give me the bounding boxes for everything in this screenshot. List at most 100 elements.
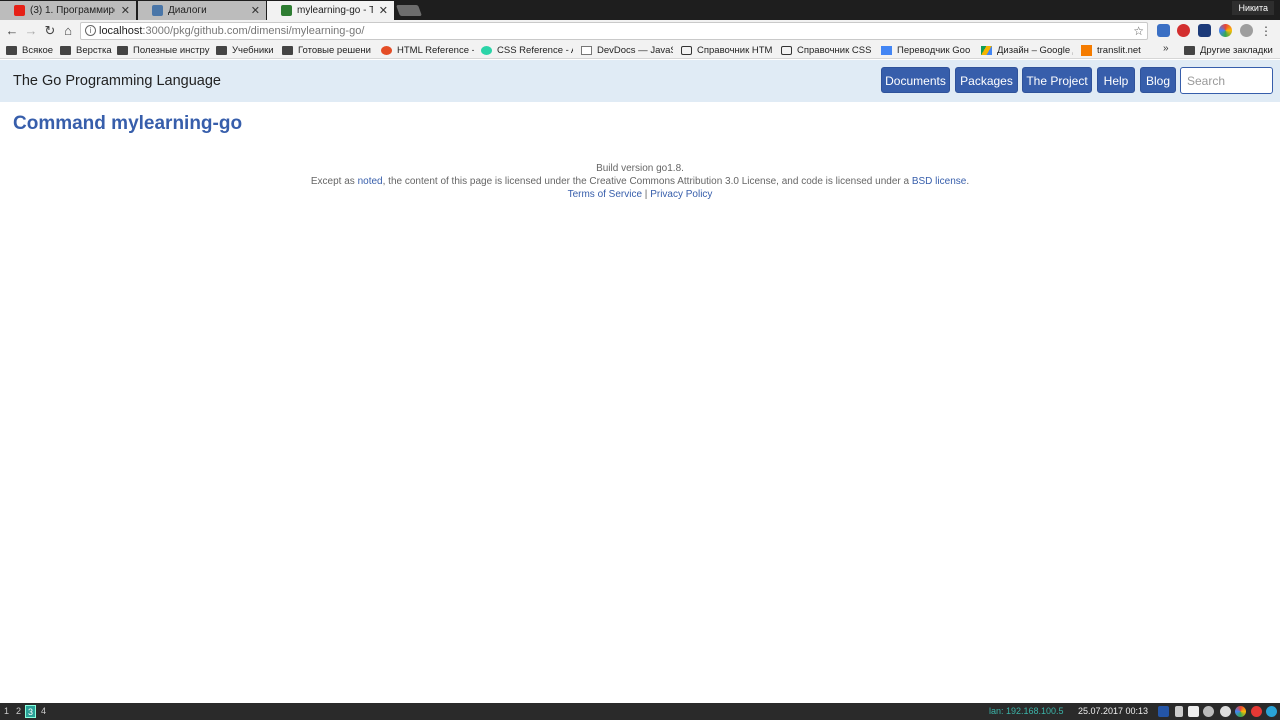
translit-icon	[1081, 45, 1092, 56]
search-input[interactable]	[1180, 67, 1273, 94]
youtube-icon	[14, 5, 25, 16]
bookmark-label: Другие закладки	[1200, 45, 1273, 56]
reload-icon[interactable]: ↻	[41, 22, 59, 40]
info-icon[interactable]: i	[85, 25, 96, 36]
workspace-4[interactable]: 4	[38, 705, 49, 718]
bookmark-label: Справочник HTM	[697, 45, 773, 56]
bookmark-item[interactable]: Учебники	[216, 43, 276, 58]
keyboard-layout-icon[interactable]	[1158, 706, 1169, 717]
url-path: :3000/pkg/github.com/dimensi/mylearning-…	[142, 25, 365, 37]
bookmark-item[interactable]: Справочник CSS |	[781, 43, 873, 58]
bookmark-label: Всякое	[22, 45, 54, 56]
terms-link[interactable]: Terms of Service	[568, 189, 642, 200]
system-taskbar: 1 2 3 4 lan: 192.168.100.5 25.07.2017 00…	[0, 703, 1280, 720]
license-text: Except as noted, the content of this pag…	[0, 175, 1280, 188]
bookmark-item[interactable]: HTML Reference - A	[381, 43, 474, 58]
footer-links: Terms of Service | Privacy Policy	[0, 188, 1280, 201]
forward-arrow-icon[interactable]: →	[22, 22, 40, 40]
bookmark-label: HTML Reference - A	[397, 45, 474, 56]
nav-documents-button[interactable]: Documents	[881, 67, 950, 93]
profile-button[interactable]: Никита	[1232, 1, 1274, 15]
folder-icon	[6, 46, 17, 55]
folder-icon	[1184, 46, 1195, 55]
bookmark-item-other[interactable]: Другие закладки	[1184, 43, 1276, 58]
bookmark-label: translit.net	[1097, 45, 1141, 56]
bookmark-item[interactable]: Полезные инстру	[117, 43, 210, 58]
bsd-license-link[interactable]: BSD license	[912, 176, 966, 187]
menu-icon[interactable]: ⋮	[1260, 23, 1272, 39]
chrome-icon[interactable]	[1235, 706, 1246, 717]
bookmark-item[interactable]: DevDocs — JavaSc	[581, 43, 673, 58]
workspace-3[interactable]: 3	[25, 705, 36, 718]
nav-blog-button[interactable]: Blog	[1140, 67, 1176, 93]
close-icon[interactable]: ✕	[251, 4, 260, 17]
folder-icon	[60, 46, 71, 55]
media-icon[interactable]	[1251, 706, 1262, 717]
chevron-right-icon[interactable]: »	[1163, 43, 1169, 54]
comment-icon	[681, 46, 692, 55]
bookmark-item[interactable]: CSS Reference - A f	[481, 43, 573, 58]
bookmarks-bar: Всякое Верстка Полезные инстру Учебники …	[0, 42, 1280, 59]
extension-icon[interactable]	[1157, 24, 1170, 37]
bookmark-label: Полезные инстру	[133, 45, 210, 56]
screenshot-icon[interactable]	[1188, 706, 1199, 717]
bookmark-label: Верстка	[76, 45, 112, 56]
close-icon[interactable]: ✕	[379, 4, 388, 17]
bookmark-label: Справочник CSS |	[797, 45, 873, 56]
extension-icon[interactable]	[1198, 24, 1211, 37]
folder-icon	[117, 46, 128, 55]
drive-icon	[981, 46, 992, 55]
bookmark-item[interactable]: translit.net	[1081, 43, 1161, 58]
comment-icon	[781, 46, 792, 55]
page-footer: Build version go1.8. Except as noted, th…	[0, 162, 1280, 201]
footer-separator: |	[642, 189, 651, 200]
new-tab-button[interactable]	[395, 5, 423, 16]
privacy-link[interactable]: Privacy Policy	[650, 189, 712, 200]
clipboard-icon[interactable]	[1175, 706, 1183, 717]
star-icon[interactable]: ☆	[1133, 23, 1144, 39]
extension-icon[interactable]	[1219, 24, 1232, 37]
license-text-part: .	[966, 176, 970, 187]
bookmark-item[interactable]: Дизайн – Google Д	[981, 43, 1073, 58]
workspace-2[interactable]: 2	[13, 705, 24, 718]
volume-icon[interactable]	[1203, 706, 1214, 717]
page-title: Command mylearning-go	[13, 113, 243, 134]
nav-packages-button[interactable]: Packages	[955, 67, 1018, 93]
adblock-icon[interactable]	[1177, 24, 1190, 37]
home-icon[interactable]: ⌂	[59, 22, 77, 40]
nav-project-button[interactable]: The Project	[1022, 67, 1092, 93]
devdocs-icon	[581, 46, 592, 55]
license-text-part: Except as	[310, 176, 358, 187]
html-icon	[381, 46, 392, 55]
clock[interactable]: 25.07.2017 00:13	[1078, 706, 1148, 716]
bookmark-item[interactable]: Переводчик Goo	[881, 43, 973, 58]
bookmark-label: CSS Reference - A f	[497, 45, 573, 56]
settings-icon[interactable]	[1220, 706, 1231, 717]
telegram-icon[interactable]	[1266, 706, 1277, 717]
bookmark-item[interactable]: Всякое	[6, 43, 58, 58]
noted-link[interactable]: noted	[358, 176, 383, 187]
bookmark-item[interactable]: Верстка	[60, 43, 116, 58]
bookmark-label: Дизайн – Google Д	[997, 45, 1073, 56]
site-brand-link[interactable]: The Go Programming Language	[13, 73, 221, 89]
close-icon[interactable]: ✕	[121, 4, 130, 17]
tab-youtube[interactable]: (3) 1. Программиров ✕	[0, 1, 136, 20]
tab-mylearning-go[interactable]: mylearning-go - The G ✕	[267, 1, 394, 20]
bookmark-label: DevDocs — JavaSc	[597, 45, 673, 56]
bookmark-label: Готовые решени	[298, 45, 371, 56]
nav-help-button[interactable]: Help	[1097, 67, 1135, 93]
build-version: Build version go1.8.	[596, 163, 684, 174]
tab-title: Диалоги	[168, 5, 207, 16]
folder-icon	[282, 46, 293, 55]
bookmark-label: Переводчик Goo	[897, 45, 971, 56]
back-arrow-icon[interactable]: ←	[3, 22, 21, 40]
bookmark-item[interactable]: Справочник HTM	[681, 43, 773, 58]
vk-icon	[152, 5, 163, 16]
extension-icon[interactable]	[1240, 24, 1253, 37]
css-icon	[481, 46, 492, 55]
tab-dialogs[interactable]: Диалоги ✕	[138, 1, 266, 20]
workspace-1[interactable]: 1	[1, 705, 12, 718]
address-bar[interactable]: i localhost:3000/pkg/github.com/dimensi/…	[80, 22, 1148, 40]
bookmark-label: Учебники	[232, 45, 274, 56]
bookmark-item[interactable]: Готовые решени	[282, 43, 374, 58]
